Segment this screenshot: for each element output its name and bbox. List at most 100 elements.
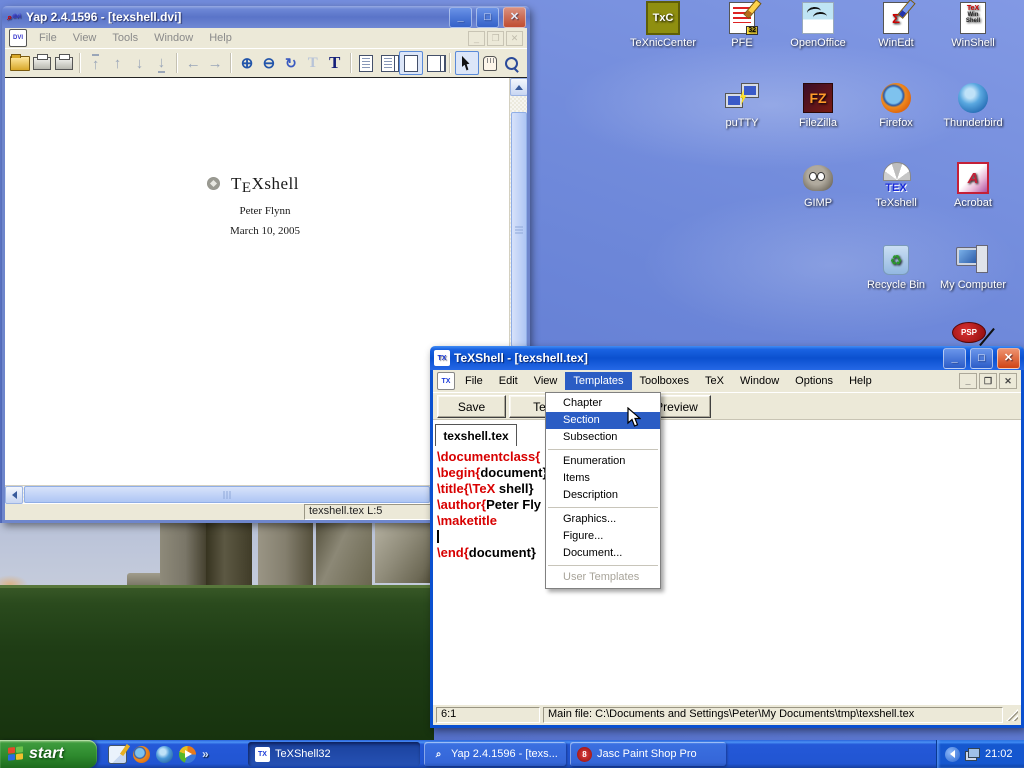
quick-launch-overflow-chevron[interactable]: » [202, 747, 209, 761]
menu-item-graphics[interactable]: Graphics... [546, 511, 660, 528]
menu-templates[interactable]: Templates [565, 372, 631, 390]
desktop-icon-my-computer[interactable]: My Computer [933, 244, 1013, 291]
yap-mdi-close-button[interactable]: ✕ [506, 31, 523, 46]
yap-app-icon: ⌕dvi [6, 9, 22, 25]
yap-dvi-page-icon: DVI [9, 29, 27, 47]
back-icon[interactable]: ← [182, 52, 204, 74]
page-width-icon[interactable] [399, 51, 423, 75]
menu-item-document[interactable]: Document... [546, 545, 660, 562]
menu-item-enumeration[interactable]: Enumeration [546, 453, 660, 470]
page-up-icon[interactable]: ↑ [107, 52, 129, 74]
yap-menu-tools[interactable]: Tools [104, 30, 146, 46]
print-all-icon[interactable] [53, 52, 75, 74]
mdi-minimize-button[interactable]: _ [959, 373, 977, 389]
horizontal-scroll-thumb[interactable] [24, 486, 430, 503]
tray-display-icon[interactable] [965, 748, 980, 761]
taskbar-button-texshell[interactable]: TX TeXShell32 [248, 742, 420, 766]
mdi-restore-button[interactable]: ❐ [979, 373, 997, 389]
select-tool-icon[interactable] [455, 51, 479, 75]
menu-toolboxes[interactable]: Toolboxes [632, 372, 698, 390]
tray-collapse-chevron-icon[interactable] [945, 747, 960, 762]
show-desktop-icon[interactable] [108, 745, 127, 764]
desktop-icon-label: GIMP [778, 197, 858, 209]
desktop-icon-pfe[interactable]: 32 PFE [702, 2, 782, 49]
desktop-icon-acrobat[interactable]: A Acrobat [933, 162, 1013, 209]
taskbar-button-yap[interactable]: ⌕ Yap 2.4.1596 - [texs... [424, 742, 566, 766]
desktop-icon-openoffice[interactable]: OpenOffice [778, 2, 858, 49]
forward-icon[interactable]: → [204, 52, 226, 74]
editor-area[interactable]: \documentclass{ \begin{document} \title{… [433, 446, 1021, 705]
desktop-icon-firefox[interactable]: Firefox [856, 82, 936, 129]
page-down-icon[interactable]: ↓ [129, 52, 151, 74]
hand-tool-icon[interactable] [479, 52, 501, 74]
magnifier-tool-icon[interactable] [501, 52, 523, 74]
menu-item-description[interactable]: Description [546, 487, 660, 504]
editor-tab-strip: texshell.tex [433, 419, 1021, 446]
menu-item-items[interactable]: Items [546, 470, 660, 487]
desktop-icon-thunderbird[interactable]: Thunderbird [933, 82, 1013, 129]
texshell-close-button[interactable]: ✕ [997, 348, 1020, 369]
menu-options[interactable]: Options [787, 372, 841, 390]
media-player-quicklaunch-icon[interactable] [179, 746, 196, 763]
texshell-title-bar[interactable]: TX TeXShell - [texshell.tex] _ □ ✕ [430, 346, 1024, 370]
desktop-icon-texshell[interactable]: TEX TeXshell [856, 162, 936, 209]
menu-item-chapter[interactable]: Chapter [546, 395, 660, 412]
text-mode-icon[interactable]: T [324, 52, 346, 74]
text-caret [437, 530, 439, 543]
yap-menu-window[interactable]: Window [146, 30, 201, 46]
menu-item-figure[interactable]: Figure... [546, 528, 660, 545]
taskbar-button-paintshoppro[interactable]: 8 Jasc Paint Shop Pro [570, 742, 726, 766]
menu-edit[interactable]: Edit [491, 372, 526, 390]
zoom-out-icon[interactable]: ⊖ [258, 52, 280, 74]
start-button[interactable]: start [0, 740, 97, 768]
dvi-author: Peter Flynn [183, 205, 347, 217]
yap-mdi-restore-button[interactable]: ❐ [487, 31, 504, 46]
desktop-icon-texniccenter[interactable]: TxC TeXnicCenter [623, 2, 703, 49]
yap-menu-help[interactable]: Help [201, 30, 240, 46]
yap-mdi-minimize-button[interactable]: _ [468, 31, 485, 46]
refresh-icon[interactable]: ↻ [280, 52, 302, 74]
yap-menu-file[interactable]: File [31, 30, 65, 46]
desktop-icon-paint-shop-pro[interactable]: PSP [952, 322, 986, 348]
open-icon[interactable] [9, 52, 31, 74]
scroll-left-button[interactable] [5, 486, 23, 504]
texshell-maximize-button[interactable]: □ [970, 348, 993, 369]
desktop-icon-gimp[interactable]: GIMP [778, 162, 858, 209]
menu-window[interactable]: Window [732, 372, 787, 390]
save-button[interactable]: Save [437, 395, 506, 418]
menu-view[interactable]: View [526, 372, 566, 390]
yap-menu-view[interactable]: View [65, 30, 105, 46]
continuous-pages-icon[interactable] [423, 52, 445, 74]
yap-title-bar[interactable]: ⌕dvi Yap 2.4.1596 - [texshell.dvi] _ □ ✕ [2, 6, 530, 28]
yap-minimize-button[interactable]: _ [449, 7, 472, 28]
desktop-icon-winedt[interactable]: Σ WinEdt [856, 2, 936, 49]
menu-item-section[interactable]: Section [546, 412, 660, 429]
vertical-scroll-thumb[interactable] [511, 112, 527, 347]
tab-texshell-tex[interactable]: texshell.tex [435, 424, 517, 447]
scroll-up-button[interactable] [510, 78, 527, 96]
facing-pages-icon[interactable] [377, 52, 399, 74]
print-icon[interactable] [31, 52, 53, 74]
single-page-icon[interactable] [356, 52, 378, 74]
mdi-close-button[interactable]: ✕ [999, 373, 1017, 389]
texshell-minimize-button[interactable]: _ [943, 348, 966, 369]
first-page-icon[interactable]: ↑ [85, 52, 107, 74]
menu-item-subsection[interactable]: Subsection [546, 429, 660, 446]
stone [206, 523, 252, 589]
desktop-icon-putty[interactable]: puTTY [702, 82, 782, 129]
resize-grip[interactable] [1006, 709, 1018, 721]
thunderbird-quicklaunch-icon[interactable] [156, 746, 173, 763]
zoom-in-icon[interactable]: ⊕ [236, 52, 258, 74]
desktop-icon-recycle-bin[interactable]: ♻ Recycle Bin [856, 244, 936, 291]
menu-tex[interactable]: TeX [697, 372, 732, 390]
desktop-icon-winshell[interactable]: TeXWinShell WinShell [933, 2, 1013, 49]
menu-file[interactable]: File [457, 372, 491, 390]
yap-maximize-button[interactable]: □ [476, 7, 499, 28]
dvi-date: March 10, 2005 [183, 225, 347, 237]
desktop-icon-filezilla[interactable]: FZ FileZilla [778, 82, 858, 129]
firefox-quicklaunch-icon[interactable] [133, 746, 150, 763]
yap-close-button[interactable]: ✕ [503, 7, 526, 28]
menu-help[interactable]: Help [841, 372, 880, 390]
last-page-icon[interactable]: ↓ [150, 52, 172, 74]
ruler-tool-icon[interactable]: T [302, 52, 324, 74]
